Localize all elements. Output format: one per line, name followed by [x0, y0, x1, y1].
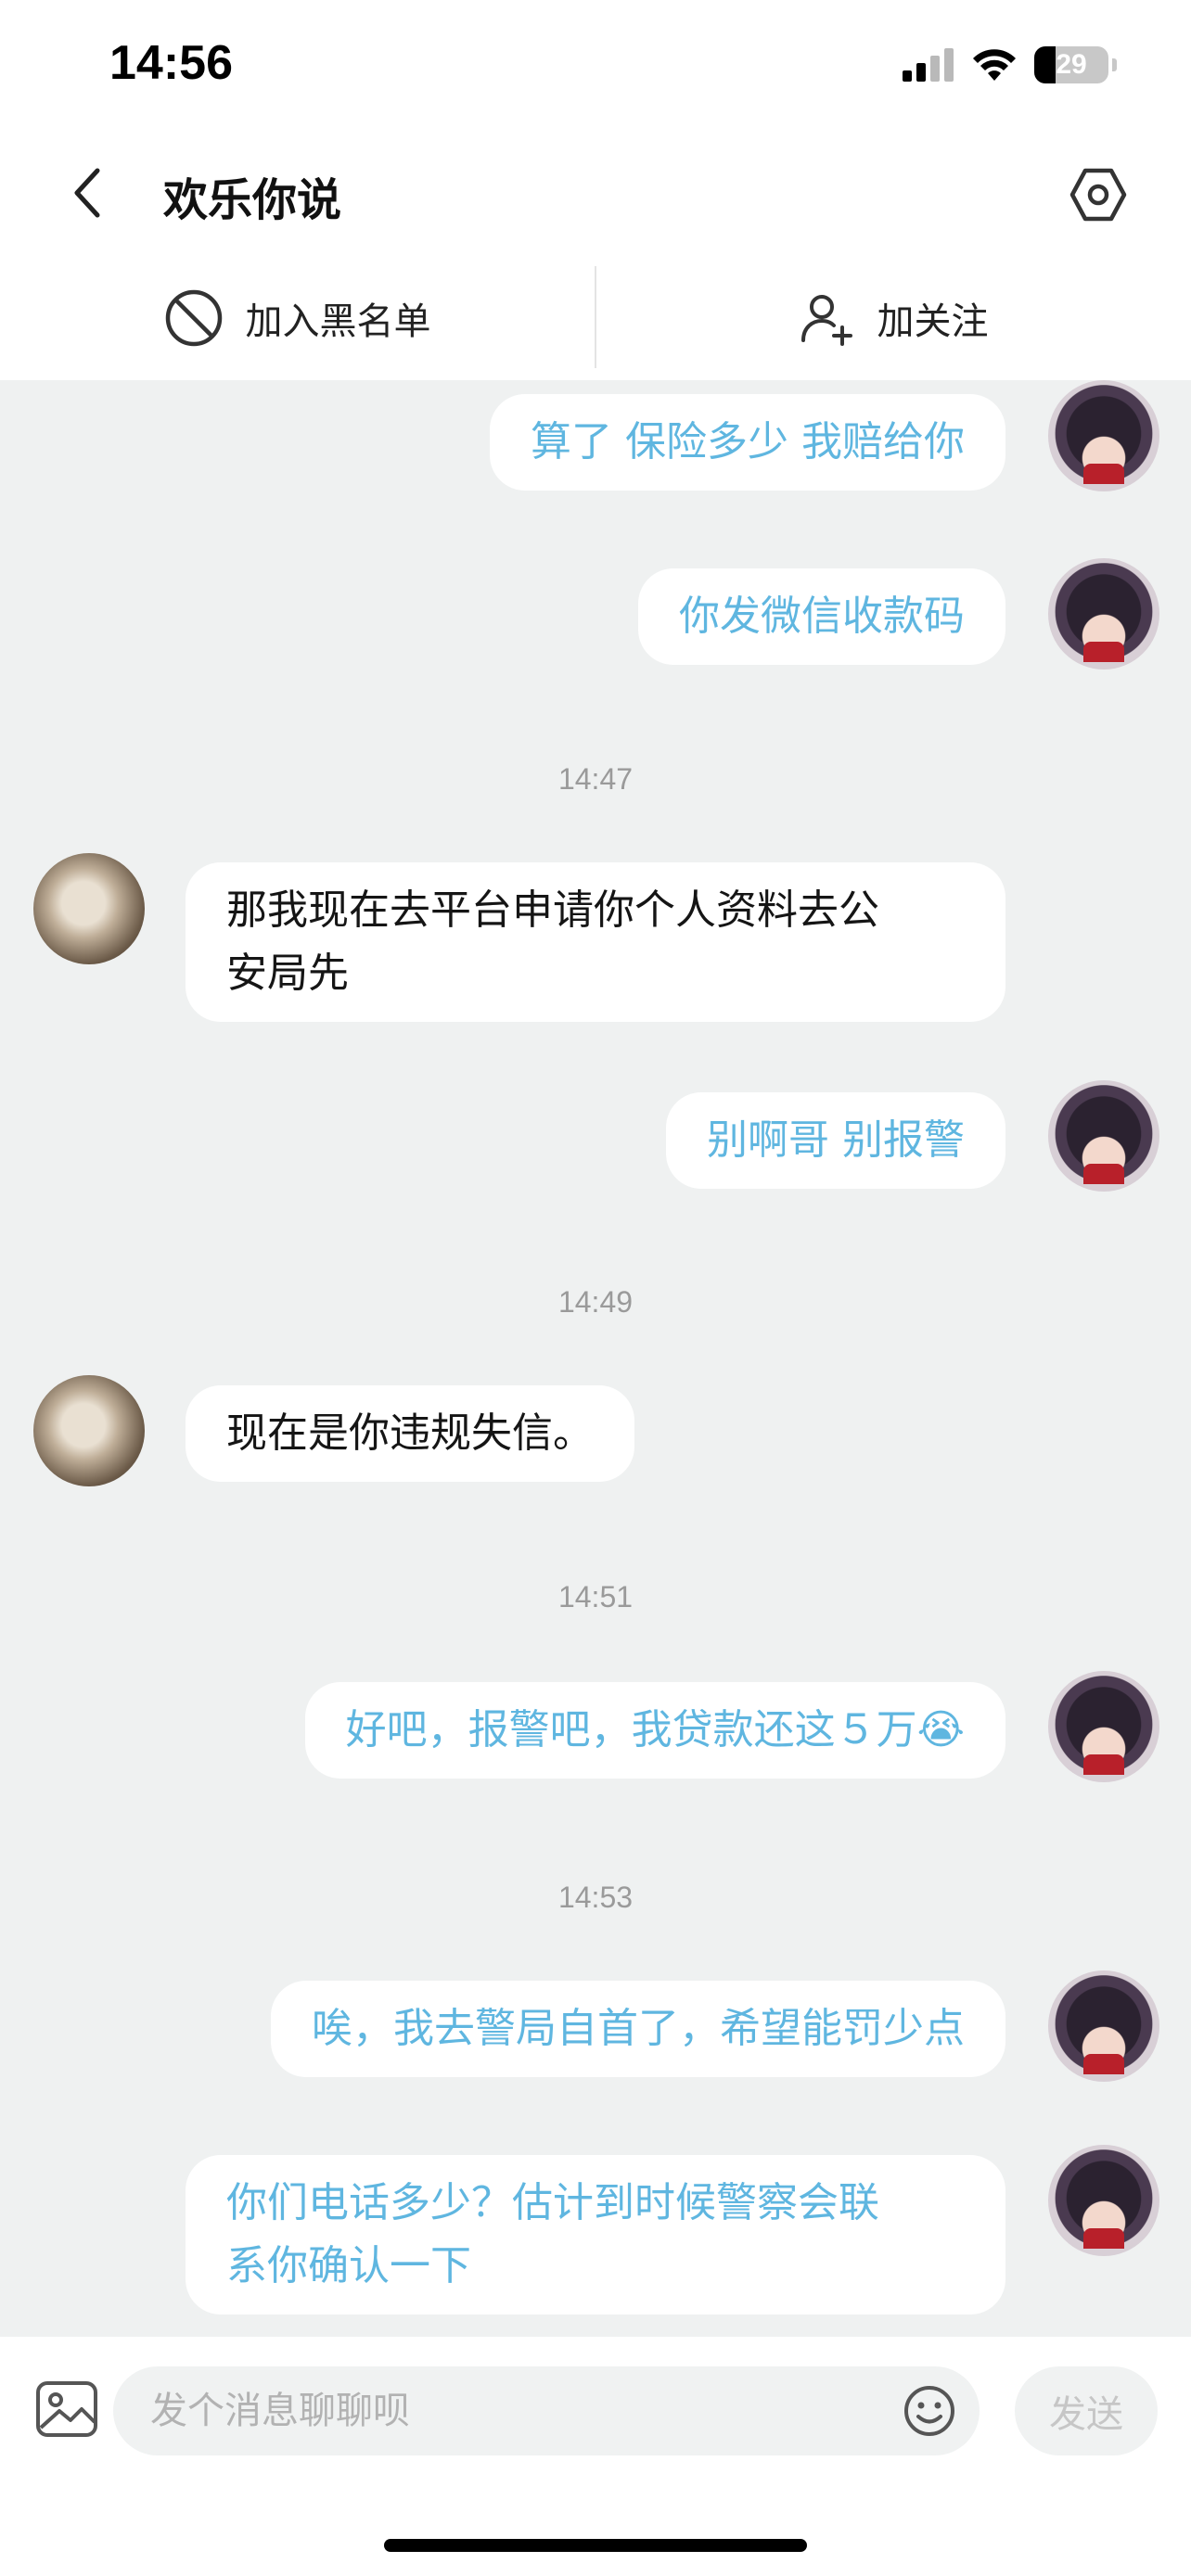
message-bubble-self[interactable]: 别啊哥 别报警 — [666, 1092, 1005, 1189]
cellular-signal-icon — [903, 48, 954, 82]
avatar[interactable] — [1048, 1970, 1159, 2082]
message-bubble-self[interactable]: 好吧，报警吧，我贷款还这５万😭 — [304, 1682, 1005, 1779]
blacklist-label: 加入黑名单 — [245, 300, 431, 343]
back-button[interactable] — [56, 156, 121, 230]
smiley-icon — [904, 2386, 954, 2436]
battery-cap — [1112, 58, 1117, 71]
battery-fill — [1034, 46, 1057, 83]
message-bubble-self[interactable]: 算了 保险多少 我赔给你 — [490, 394, 1005, 491]
wifi-icon — [973, 49, 1016, 81]
avatar[interactable] — [1048, 1671, 1159, 1782]
message-bubble-self[interactable]: 唉，我去警局自首了，希望能罚少点 — [271, 1981, 1005, 2077]
battery-icon: 29 — [1034, 46, 1108, 83]
block-icon — [165, 289, 222, 346]
hexagon-settings-icon — [1069, 168, 1127, 222]
chat-area[interactable]: 算了 保险多少 我赔给你 你发微信收款码 14:47 那我现在去平台申请你个人资… — [0, 380, 1191, 2337]
message-text: 好吧，报警吧，我贷款还这５万 — [345, 1706, 917, 1753]
avatar[interactable] — [33, 1375, 145, 1486]
avatar[interactable] — [1048, 1080, 1159, 1192]
message-bubble-other[interactable]: 现在是你违规失信。 — [186, 1385, 634, 1482]
blacklist-button[interactable]: 加入黑名单 — [0, 255, 595, 380]
message-placeholder: 发个消息聊聊呗 — [150, 2390, 410, 2432]
timestamp: 14:47 — [557, 762, 634, 796]
message-bubble-self[interactable]: 你发微信收款码 — [638, 568, 1005, 665]
timestamp: 14:49 — [557, 1285, 634, 1319]
message-line: 系你确认一下 — [226, 2242, 471, 2289]
message-line: 那我现在去平台申请你个人资料去公 — [226, 886, 879, 934]
image-button[interactable] — [33, 2376, 100, 2442]
chevron-left-icon — [74, 168, 100, 218]
message-input[interactable]: 发个消息聊聊呗 — [113, 2366, 980, 2455]
status-icons: 29 — [903, 46, 1117, 83]
emoji-button[interactable] — [902, 2383, 957, 2439]
message-line: 安局先 — [226, 950, 349, 997]
message-bubble-self[interactable]: 你们电话多少？估计到时候警察会联 系你确认一下 — [186, 2155, 1005, 2315]
add-user-icon — [800, 294, 852, 346]
follow-label: 加关注 — [877, 300, 989, 343]
crying-laughing-emoji: 😭 — [916, 1706, 965, 1753]
avatar[interactable] — [33, 853, 145, 964]
avatar[interactable] — [1048, 380, 1159, 491]
status-bar: 14:56 29 — [0, 0, 1191, 130]
nav-bar: 欢乐你说 — [0, 130, 1191, 255]
battery-level: 29 — [1056, 49, 1087, 80]
avatar[interactable] — [1048, 558, 1159, 670]
avatar[interactable] — [1048, 2145, 1159, 2256]
image-icon — [36, 2381, 97, 2437]
settings-button[interactable] — [1061, 158, 1135, 232]
message-line: 你们电话多少？估计到时候警察会联 — [226, 2179, 879, 2226]
action-bar: 加入黑名单 加关注 — [0, 255, 1191, 380]
send-button[interactable]: 发送 — [1015, 2366, 1158, 2455]
timestamp: 14:51 — [557, 1580, 634, 1613]
timestamp: 14:53 — [557, 1881, 634, 1914]
message-bubble-other[interactable]: 那我现在去平台申请你个人资料去公 安局先 — [186, 862, 1005, 1022]
page-title: 欢乐你说 — [163, 174, 342, 226]
status-time: 14:56 — [109, 36, 233, 90]
follow-button[interactable]: 加关注 — [596, 255, 1191, 380]
home-indicator[interactable] — [384, 2539, 807, 2552]
